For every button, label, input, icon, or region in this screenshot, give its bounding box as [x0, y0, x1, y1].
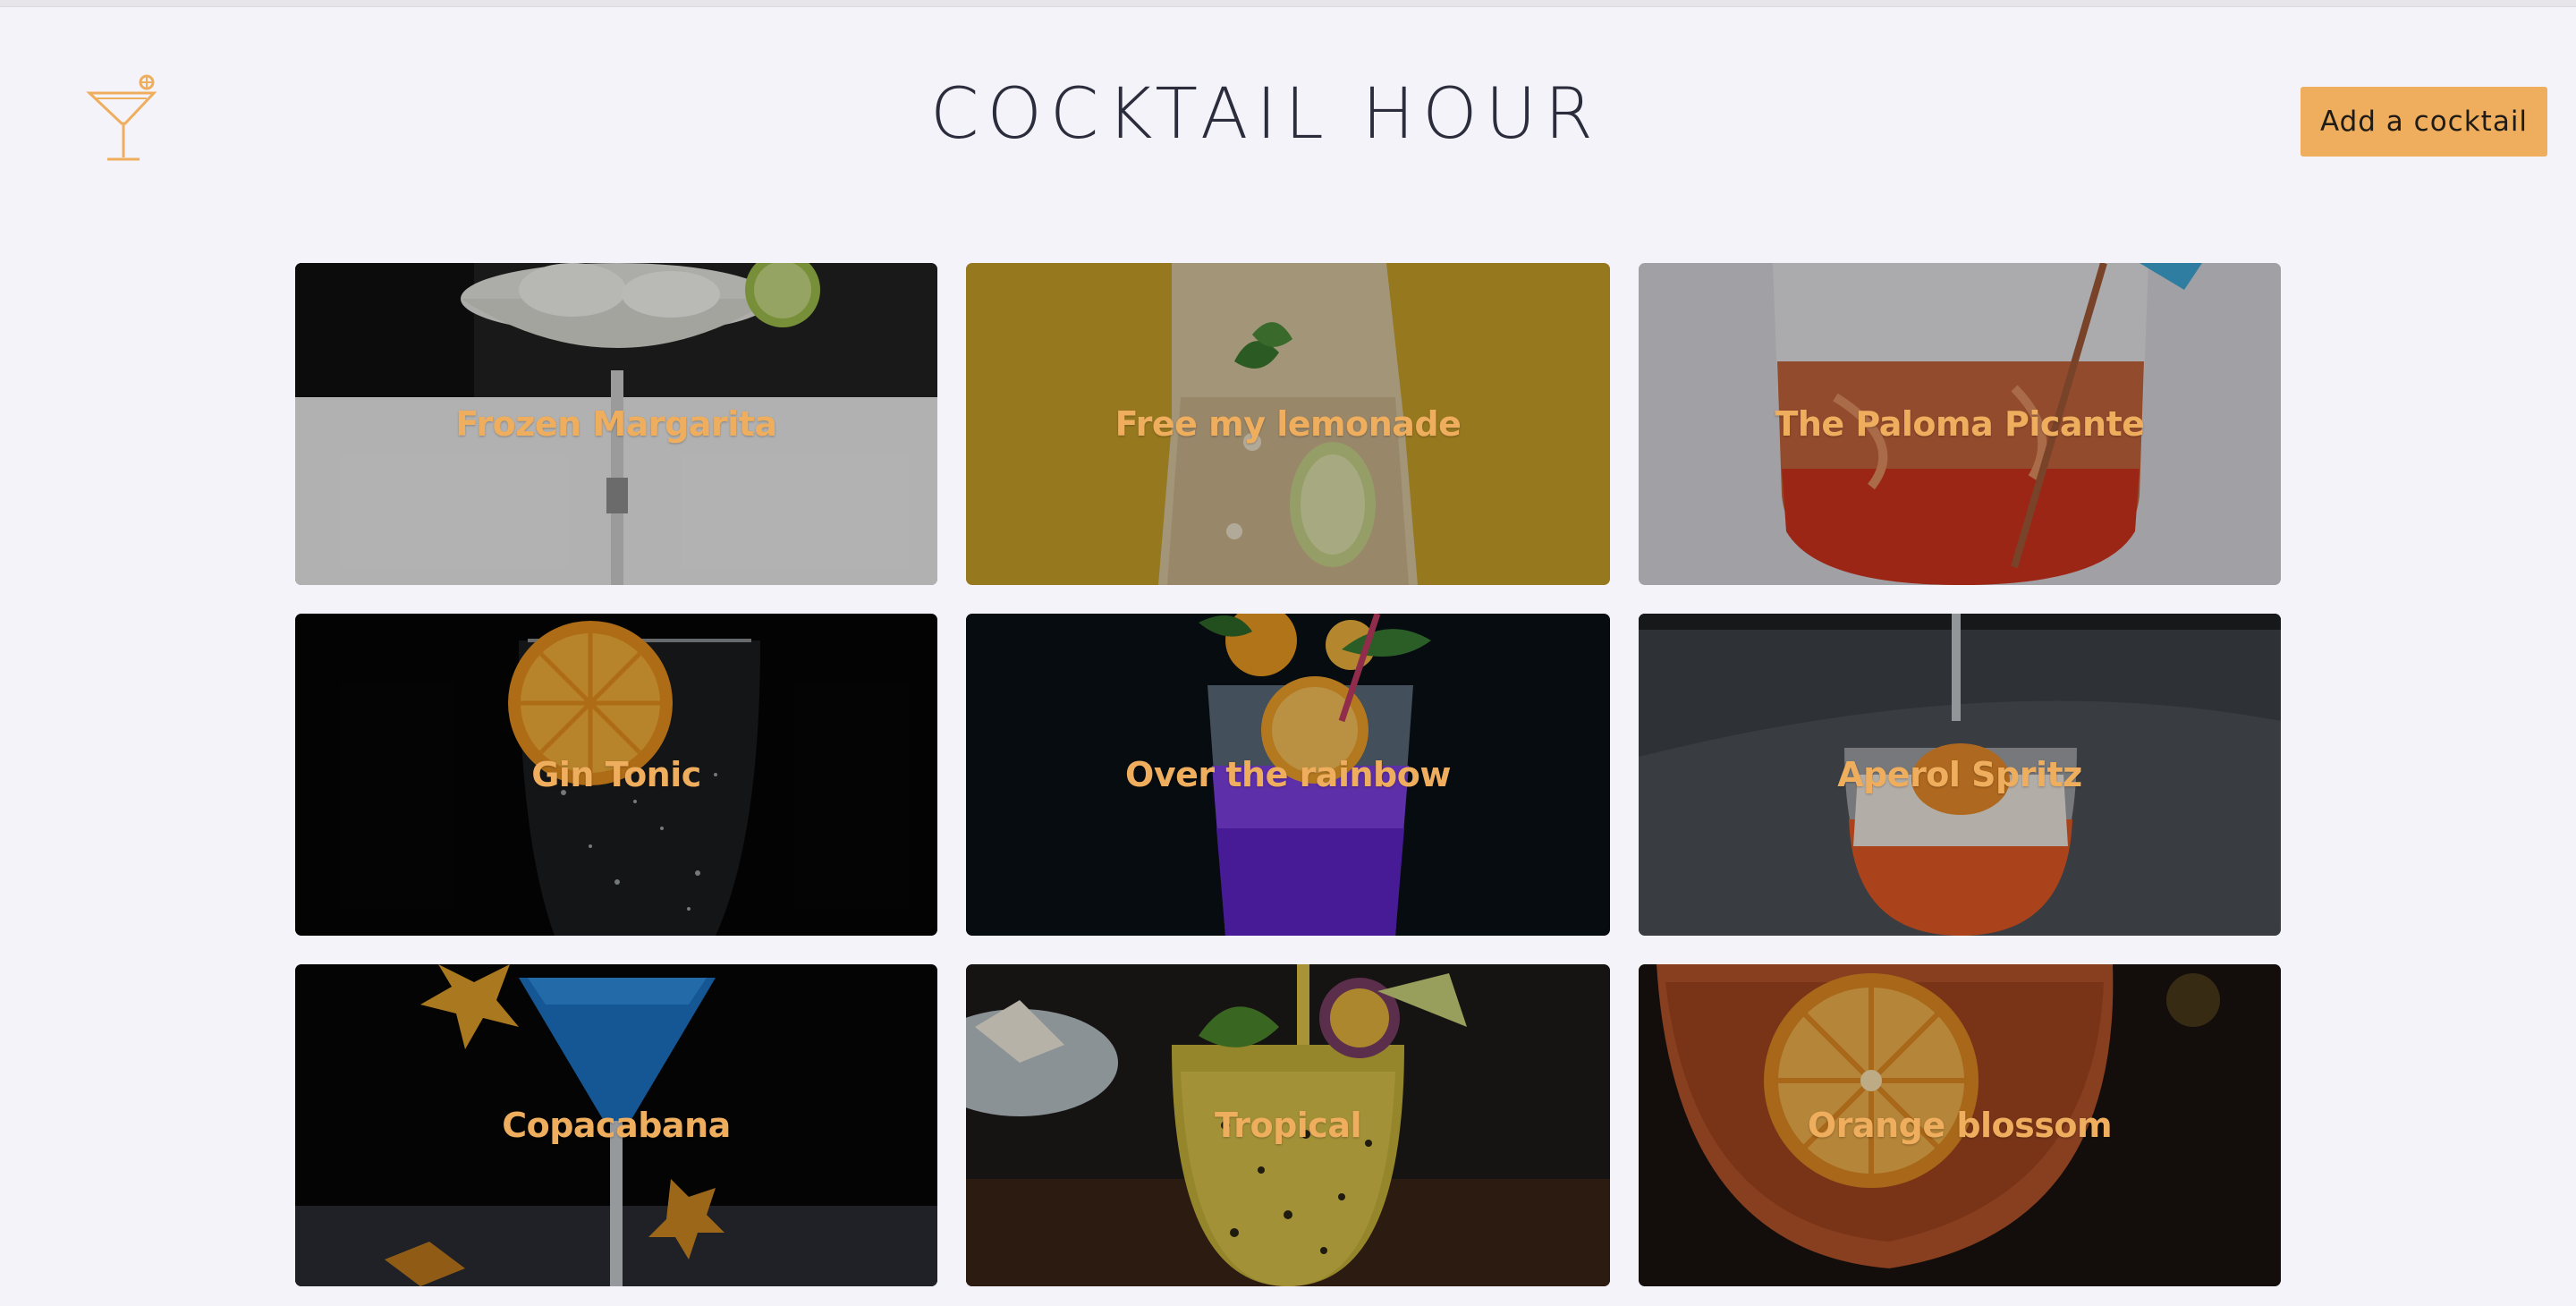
- cocktail-name: The Paloma Picante: [1775, 404, 2145, 444]
- cocktail-card[interactable]: Aperol Spritz: [1639, 614, 2281, 936]
- cocktail-name: Gin Tonic: [531, 755, 701, 794]
- cocktail-card[interactable]: Over the rainbow: [966, 614, 1610, 936]
- cocktail-card[interactable]: Frozen Margarita: [295, 263, 937, 585]
- cocktail-name: Over the rainbow: [1125, 755, 1451, 794]
- cocktail-card[interactable]: Orange blossom: [1639, 964, 2281, 1286]
- page-title: COCKTAIL HOUR: [930, 74, 1601, 155]
- cocktail-card[interactable]: The Paloma Picante: [1639, 263, 2281, 585]
- cocktail-card[interactable]: Free my lemonade: [966, 263, 1610, 585]
- cocktail-name: Orange blossom: [1807, 1106, 2113, 1145]
- cocktail-name: Copacabana: [502, 1106, 731, 1145]
- cocktail-name: Frozen Margarita: [455, 404, 777, 444]
- top-rule: [0, 0, 2576, 7]
- cocktail-card[interactable]: Tropical: [966, 964, 1610, 1286]
- cocktail-name: Free my lemonade: [1114, 404, 1462, 444]
- cocktail-name: Tropical: [1214, 1106, 1362, 1145]
- cocktail-card[interactable]: Gin Tonic: [295, 614, 937, 936]
- cocktail-name: Aperol Spritz: [1837, 755, 2082, 794]
- cocktail-card[interactable]: Copacabana: [295, 964, 937, 1286]
- add-cocktail-button[interactable]: Add a cocktail: [2301, 87, 2547, 157]
- cocktail-grid: Frozen Margarita Free my lemonade The Pa…: [295, 263, 2281, 1286]
